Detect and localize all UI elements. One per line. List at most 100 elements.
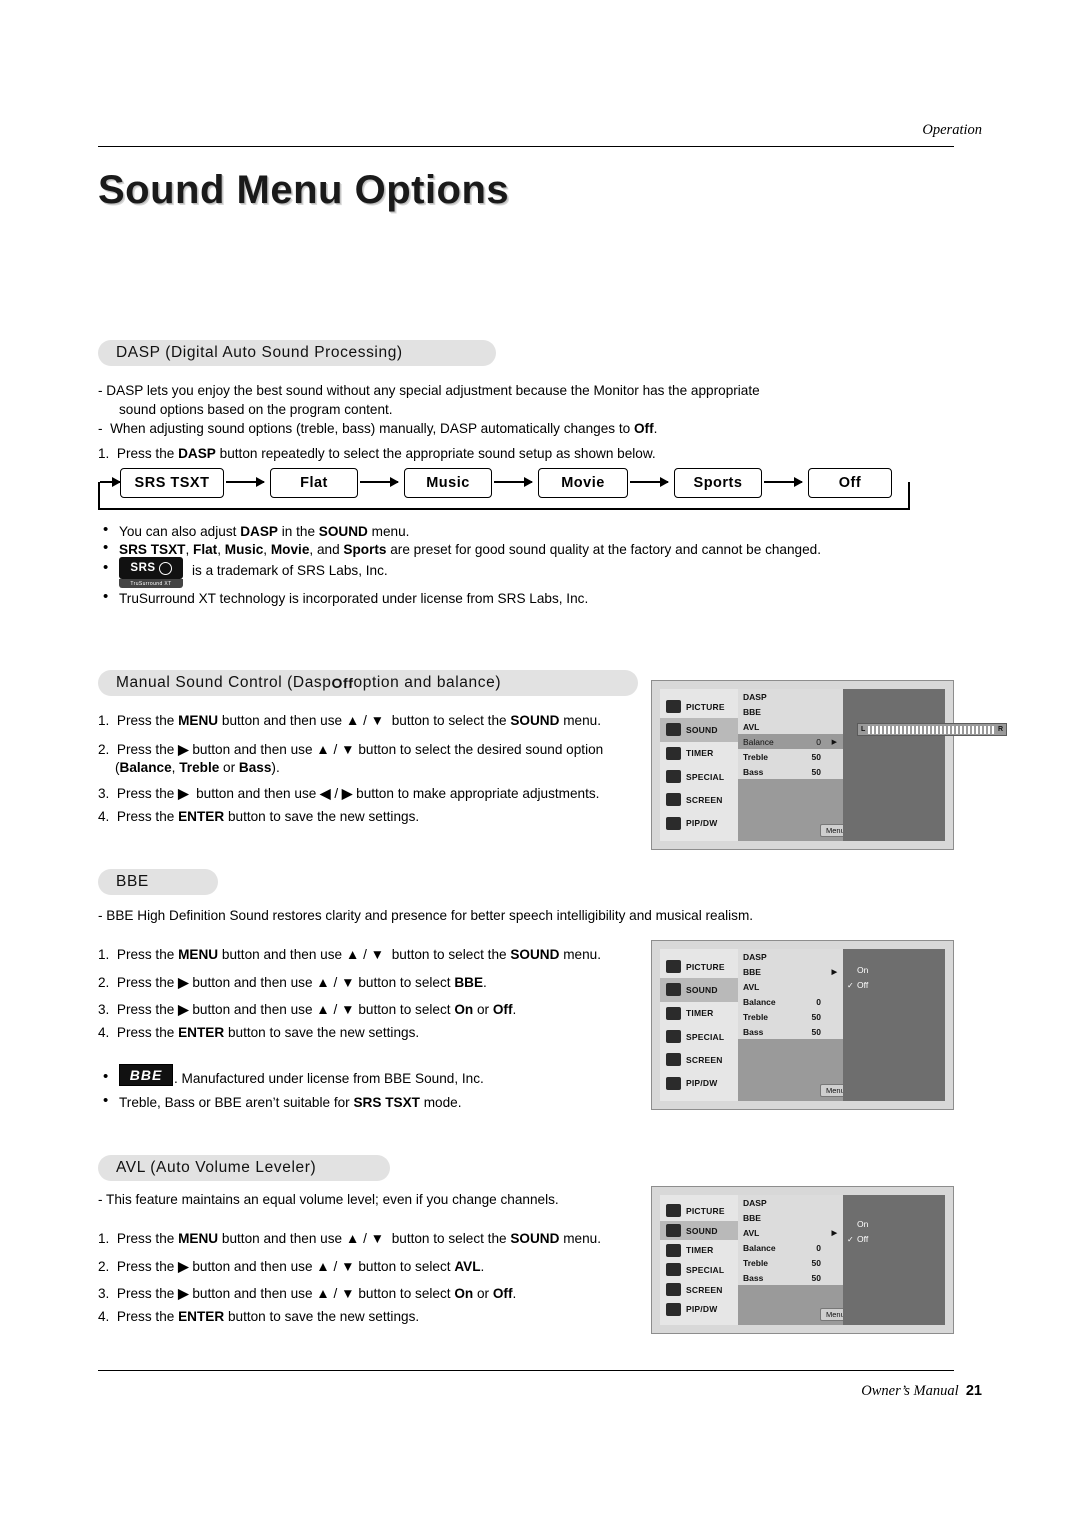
- osd-row-avl-1[interactable]: AVL: [738, 719, 843, 734]
- chain-arrow-1: [226, 477, 265, 487]
- osd-row-bass-3[interactable]: Bass 50: [738, 1270, 843, 1285]
- osd-row-bass-2[interactable]: Bass 50: [738, 1024, 843, 1039]
- osd-row-dasp-1[interactable]: DASP: [738, 689, 843, 704]
- osd-options-3[interactable]: On ✓ Off: [843, 1195, 945, 1325]
- osd-menu-list-3[interactable]: PICTURE SOUND TIMER SPECIAL SCREEN PIP/D…: [660, 1195, 738, 1325]
- osd-row-treble-2[interactable]: Treble 50: [738, 1009, 843, 1024]
- osd-row-balance-2[interactable]: Balance 0: [738, 994, 843, 1009]
- osd-item-timer-2[interactable]: TIMER: [660, 1002, 738, 1025]
- timer-icon: [666, 746, 681, 760]
- osd-item-screen-3[interactable]: SCREEN: [660, 1280, 738, 1300]
- osd-item-pip-3[interactable]: PIP/DW: [660, 1299, 738, 1319]
- manual-page: Operation Sound Menu Options DASP (Digit…: [0, 0, 1080, 1528]
- osd-menu-list-1[interactable]: PICTURE SOUND TIMER SPECIAL SCREEN PIP/D…: [660, 689, 738, 841]
- manual-step-2: 2. Press the ▶ button and then use ▲ / ▼…: [98, 742, 604, 757]
- page-title: Sound Menu Options: [98, 168, 510, 212]
- balance-slider[interactable]: L R: [857, 723, 1007, 736]
- dasp-step-1: 1. Press the DASP button repeatedly to s…: [98, 446, 656, 461]
- dasp-chip-off[interactable]: Off: [808, 468, 892, 498]
- osd-item-pip-2[interactable]: PIP/DW: [660, 1072, 738, 1095]
- bbe-step-2: 2. Press the ▶ button and then use ▲ / ▼…: [98, 975, 487, 990]
- osd-item-sound-2[interactable]: SOUND: [660, 978, 738, 1002]
- osd-item-special-2[interactable]: SPECIAL: [660, 1025, 738, 1048]
- osd-settings-list-1[interactable]: DASP BBE AVL Balance 0 ▶ Treble 50 Bass 50 M…: [738, 689, 884, 841]
- osd-row-dasp-3[interactable]: DASP: [738, 1195, 843, 1210]
- picture-icon: [666, 700, 681, 714]
- picture-icon: [666, 1204, 681, 1218]
- pip-icon: [666, 1076, 681, 1090]
- osd-item-picture-3[interactable]: PICTURE: [660, 1201, 738, 1221]
- bbe-logo-icon: BBE: [119, 1064, 173, 1086]
- avl-step-1: 1. Press the MENU button and then use ▲ …: [98, 1231, 601, 1246]
- avl-step-4: 4. Press the ENTER button to save the ne…: [98, 1309, 420, 1324]
- bbe-step-1: 1. Press the MENU button and then use ▲ …: [98, 947, 601, 962]
- osd-options-2[interactable]: On ✓ Off: [843, 949, 945, 1101]
- bullet-dot-2: •: [103, 539, 109, 556]
- osd-item-picture-2[interactable]: PICTURE: [660, 955, 738, 978]
- osd-row-treble-1[interactable]: Treble 50: [738, 749, 843, 764]
- osd-option-on-2[interactable]: On: [843, 963, 945, 978]
- osd-option-off-2[interactable]: ✓ Off: [843, 978, 945, 993]
- dasp-note-3: is a trademark of SRS Labs, Inc.: [192, 563, 388, 578]
- osd-preview-1: L R: [843, 689, 1007, 841]
- osd-item-timer-3[interactable]: TIMER: [660, 1240, 738, 1260]
- osd-row-treble-3[interactable]: Treble 50: [738, 1255, 843, 1270]
- balance-left-cap: L: [861, 726, 866, 733]
- header-rule: [98, 146, 954, 147]
- bbe-step-4: 4. Press the ENTER button to save the ne…: [98, 1025, 420, 1040]
- osd-row-bbe-1[interactable]: BBE: [738, 704, 843, 719]
- osd-item-screen-1[interactable]: SCREEN: [660, 788, 738, 811]
- osd-row-avl-3[interactable]: AVL ▶: [738, 1225, 843, 1240]
- manual-step-1: 1. Press the MENU button and then use ▲ …: [98, 713, 601, 728]
- srs-circle-icon: [158, 561, 172, 575]
- loop-left: [98, 482, 100, 510]
- dasp-chip-music[interactable]: Music: [404, 468, 492, 498]
- srs-logo-icon: SRS: [119, 557, 183, 579]
- dasp-desc-line2: sound options based on the program conte…: [119, 402, 393, 417]
- osd-panel-bbe[interactable]: PICTURE SOUND TIMER SPECIAL SCREEN PIP/D…: [651, 940, 954, 1110]
- osd-settings-list-3[interactable]: DASP BBE AVL ▶ Balance 0 Treble 50 Bass 50 M…: [738, 1195, 884, 1325]
- osd-item-timer-1[interactable]: TIMER: [660, 742, 738, 765]
- dasp-desc-line3: - When adjusting sound options (treble, …: [98, 421, 658, 436]
- section-heading-bbe: BBE: [98, 869, 218, 895]
- osd-row-balance-1[interactable]: Balance 0 ▶: [738, 734, 843, 749]
- osd-option-off-3[interactable]: ✓ Off: [843, 1232, 945, 1247]
- osd-row-avl-2[interactable]: AVL: [738, 979, 843, 994]
- osd-menu-list-2[interactable]: PICTURE SOUND TIMER SPECIAL SCREEN PIP/D…: [660, 949, 738, 1101]
- loop-bottom: [98, 508, 910, 510]
- balance-right-cap: R: [997, 726, 1003, 733]
- osd-item-special-3[interactable]: SPECIAL: [660, 1260, 738, 1280]
- osd-item-sound-1[interactable]: SOUND: [660, 718, 738, 742]
- screen-icon: [666, 793, 681, 807]
- dasp-chip-srs-tsxt[interactable]: SRS TSXT: [120, 468, 224, 498]
- special-icon: [666, 1263, 681, 1277]
- section-heading-dasp: DASP (Digital Auto Sound Processing): [98, 340, 496, 366]
- avl-intro: - This feature maintains an equal volume…: [98, 1192, 559, 1207]
- sound-icon: [666, 1224, 681, 1237]
- osd-panel-avl[interactable]: PICTURE SOUND TIMER SPECIAL SCREEN PIP/D…: [651, 1186, 954, 1334]
- osd-option-on-3[interactable]: On: [843, 1217, 945, 1232]
- osd-item-pip-1[interactable]: PIP/DW: [660, 812, 738, 835]
- chain-arrow-5: [764, 477, 803, 487]
- loop-right: [908, 482, 910, 510]
- osd-panel-balance[interactable]: PICTURE SOUND TIMER SPECIAL SCREEN PIP/D…: [651, 680, 1007, 850]
- osd-settings-list-2[interactable]: DASP BBE ▶ AVL Balance 0 Treble 50 Bass 50 M…: [738, 949, 884, 1101]
- osd-row-bass-1[interactable]: Bass 50: [738, 764, 843, 779]
- osd-item-special-1[interactable]: SPECIAL: [660, 765, 738, 788]
- timer-icon: [666, 1006, 681, 1020]
- osd-row-balance-3[interactable]: Balance 0: [738, 1240, 843, 1255]
- dasp-chip-flat[interactable]: Flat: [270, 468, 358, 498]
- osd-row-bbe-3[interactable]: BBE: [738, 1210, 843, 1225]
- avl-step-2: 2. Press the ▶ button and then use ▲ / ▼…: [98, 1259, 485, 1274]
- osd-row-dasp-2[interactable]: DASP: [738, 949, 843, 964]
- dasp-chip-movie[interactable]: Movie: [538, 468, 628, 498]
- srs-logo-sub: TruSurround XT: [119, 579, 183, 588]
- osd-item-screen-2[interactable]: SCREEN: [660, 1048, 738, 1071]
- dasp-chip-sports[interactable]: Sports: [674, 468, 762, 498]
- osd-item-picture-1[interactable]: PICTURE: [660, 695, 738, 718]
- dasp-note-4: TruSurround XT technology is incorporate…: [119, 591, 589, 606]
- special-icon: [666, 770, 681, 784]
- osd-item-sound-3[interactable]: SOUND: [660, 1220, 738, 1241]
- chain-arrow-4: [630, 477, 669, 487]
- osd-row-bbe-2[interactable]: BBE ▶: [738, 964, 843, 979]
